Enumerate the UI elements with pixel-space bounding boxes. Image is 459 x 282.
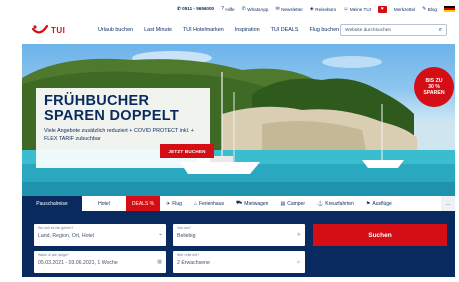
- tui-logo[interactable]: TUI: [32, 24, 90, 36]
- whatsapp-link[interactable]: ✆ WhatsApp: [241, 5, 269, 12]
- destination-field[interactable]: Wo soll es hin gehen? Land, Region, Ort,…: [34, 224, 166, 246]
- product-tabs: Pauschalreise Hotel DEALS % ✈ Flug ⌂ Ferie…: [22, 196, 455, 211]
- tab-pauschalreise[interactable]: Pauschalreise: [22, 196, 82, 211]
- nav-item-tui-deals[interactable]: TUI DEALS: [271, 27, 299, 33]
- departure-field[interactable]: Von wo? Beliebig ✈: [173, 224, 305, 246]
- departure-value: Beliebig: [177, 233, 196, 239]
- person-icon: ☺: [295, 259, 301, 265]
- travel-date-field[interactable]: Wann & wie lange? 05.03.2021 - 03.06.202…: [34, 251, 166, 273]
- main-nav: Urlaub buchen Last Minute TUI Hotelmarke…: [98, 27, 339, 33]
- destination-value: Land, Region, Ort, Hotel: [38, 233, 94, 239]
- discount-badge: BIS ZU 30 % SPAREN: [414, 67, 454, 107]
- pen-icon: ✎: [422, 5, 427, 12]
- travellers-field[interactable]: Wer reist mit? 2 Erwachsene ☺: [173, 251, 305, 273]
- search-placeholder: Website durchsuchen: [345, 27, 392, 33]
- tab-hotel[interactable]: Hotel: [82, 196, 126, 211]
- travel-agency-link[interactable]: ◈ Reisebüro: [309, 5, 336, 12]
- logo-text: TUI: [51, 25, 66, 35]
- blog-link[interactable]: ✎ Blog: [422, 5, 437, 12]
- promo-headline-2: SPAREN DOPPELT: [44, 108, 179, 125]
- tab-kreuzfahrten[interactable]: ⚓ Kreuzfahrten: [311, 196, 360, 211]
- tab-ferienhaus[interactable]: ⌂ Ferienhaus: [188, 196, 230, 211]
- site-search-input[interactable]: Website durchsuchen ⌕: [340, 24, 447, 36]
- tab-mietwagen[interactable]: ⛟ Mietwagen: [230, 196, 274, 211]
- destination-label: Wo soll es hin gehen?: [38, 226, 74, 230]
- whatsapp-icon: ✆: [241, 5, 246, 12]
- book-now-button[interactable]: JETZT BUCHEN: [160, 144, 214, 158]
- holiday-search-form: Wo soll es hin gehen? Land, Region, Ort,…: [22, 211, 455, 277]
- calendar-icon: ▦: [157, 259, 162, 265]
- travel-date-value: 05.03.2021 - 03.06.2021, 1 Woche: [38, 260, 118, 266]
- hotline-link[interactable]: ✆ 0511 - 5656000: [177, 6, 214, 12]
- promo-headline-1: FRÜHBUCHER: [44, 93, 150, 109]
- promo-subline: Viele Angebote zusätzlich reduziert + CO…: [44, 128, 194, 142]
- main-header: TUI Urlaub buchen Last Minute TUI Hotelm…: [22, 16, 455, 44]
- newsletter-link[interactable]: ✉ Newsletter: [275, 5, 302, 12]
- tab-camper[interactable]: ▤ Camper: [274, 196, 311, 211]
- ship-icon: ⚓: [317, 200, 324, 207]
- nav-item-flug-buchen[interactable]: Flug buchen: [309, 27, 339, 33]
- tab-ausfluege[interactable]: ⚑ Ausflüge: [360, 196, 398, 211]
- language-flag-icon[interactable]: [444, 5, 455, 13]
- departure-label: Von wo?: [177, 226, 191, 230]
- wishlist-button[interactable]: ♥: [377, 5, 387, 13]
- help-link[interactable]: ? Hilfe: [221, 5, 234, 12]
- flag-stripe-gold: [444, 10, 455, 13]
- location-pin-icon: ⌖: [159, 232, 162, 238]
- nav-item-urlaub-buchen[interactable]: Urlaub buchen: [98, 27, 133, 33]
- car-icon: ⛟: [235, 200, 243, 206]
- utility-bar: ✆ 0511 - 5656000 ? Hilfe ✆ WhatsApp ✉ Newsl…: [22, 2, 455, 16]
- heart-icon: ♥: [380, 5, 384, 12]
- my-tui-link[interactable]: ☺ Meine TUI: [343, 5, 371, 12]
- nav-item-hotelmarken[interactable]: TUI Hotelmarken: [183, 27, 224, 33]
- wishlist-link[interactable]: Merkzettel: [394, 7, 415, 12]
- more-tabs-button[interactable]: …: [441, 196, 455, 211]
- hero-banner[interactable]: FRÜHBUCHER SPAREN DOPPELT Viele Angebote…: [22, 44, 455, 196]
- excursion-icon: ⚑: [365, 200, 371, 207]
- mail-icon: ✉: [275, 5, 280, 12]
- travel-date-label: Wann & wie lange?: [38, 253, 69, 257]
- nav-item-last-minute[interactable]: Last Minute: [144, 27, 172, 33]
- badge-line-3: SPAREN: [423, 90, 445, 97]
- plane-icon: ✈: [166, 200, 171, 207]
- help-icon: ?: [221, 5, 224, 12]
- tab-deals[interactable]: DEALS %: [126, 196, 160, 211]
- user-icon: ☺: [343, 5, 349, 12]
- tab-flug[interactable]: ✈ Flug: [160, 196, 188, 211]
- travellers-value: 2 Erwachsene: [177, 260, 210, 266]
- travellers-label: Wer reist mit?: [177, 253, 200, 257]
- house-icon: ⌂: [193, 200, 197, 207]
- plane-icon: ✈: [296, 232, 301, 238]
- tui-smile-icon: [32, 24, 48, 34]
- search-icon[interactable]: ⌕: [439, 27, 442, 34]
- store-icon: ◈: [309, 5, 314, 12]
- nav-item-inspiration[interactable]: Inspiration: [235, 27, 260, 33]
- camper-icon: ▤: [280, 200, 286, 207]
- search-submit-button[interactable]: Suchen: [313, 224, 447, 246]
